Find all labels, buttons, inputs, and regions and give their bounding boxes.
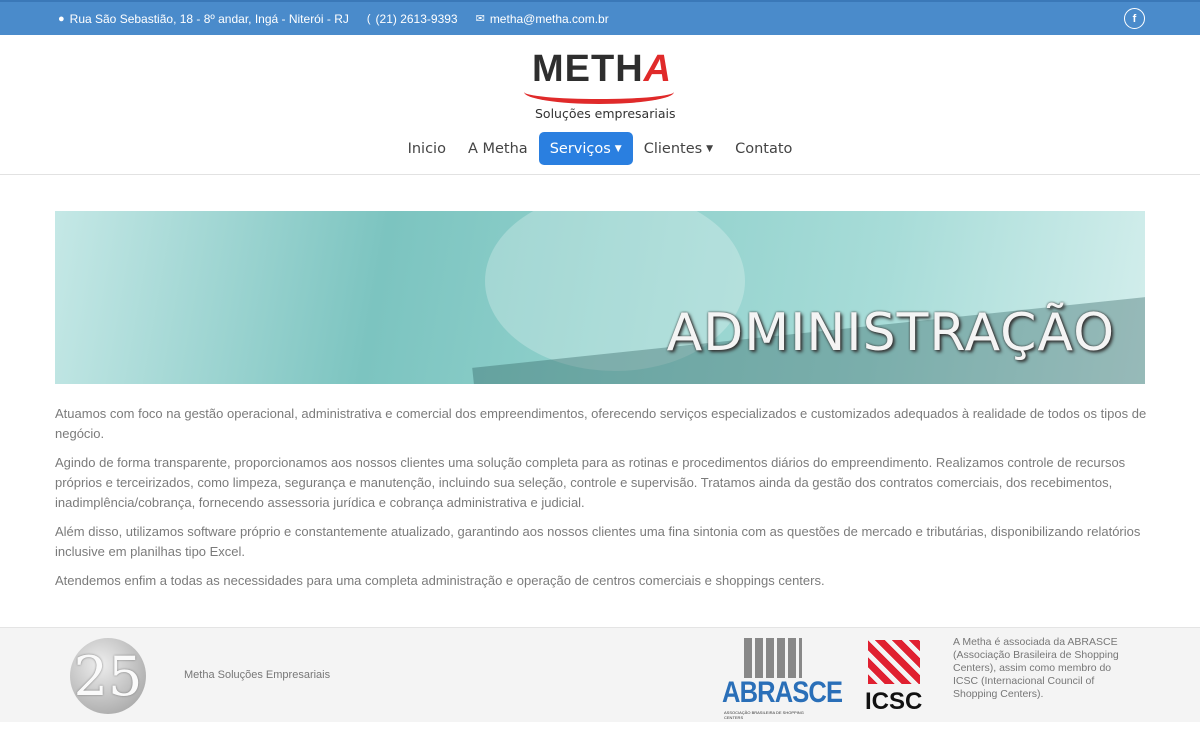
email[interactable]: ✉ metha@metha.com.br <box>476 12 609 26</box>
footer: 25 Metha Soluções Empresariais ABRASCE A… <box>0 627 1200 722</box>
address: ● Rua São Sebastião, 18 - 8º andar, Ingá … <box>58 11 349 26</box>
association-text: A Metha é associada da ABRASCE (Associaç… <box>953 636 1119 700</box>
logo-swoosh <box>524 80 674 104</box>
abrasce-logo[interactable]: ABRASCE ASSOCIAÇÃO BRASILEIRA DE SHOPPIN… <box>722 638 843 720</box>
nav-a-metha[interactable]: A Metha <box>457 132 539 165</box>
icsc-logo[interactable]: ICSC <box>864 640 922 715</box>
map-marker-icon: ● <box>58 12 65 25</box>
top-bar: ● Rua São Sebastião, 18 - 8º andar, Ingá … <box>0 0 1200 35</box>
chevron-down-icon: ▼ <box>706 143 714 154</box>
nav-clientes[interactable]: Clientes ▼ <box>633 132 724 165</box>
nav-servicos[interactable]: Serviços ▼ <box>538 132 633 165</box>
paragraph: Agindo de forma transparente, proporcion… <box>55 455 1126 510</box>
paragraph: Atendemos enfim a todas as necessidades … <box>55 573 825 588</box>
facebook-icon[interactable]: f <box>1124 8 1145 29</box>
banner-title: ADMINISTRAÇÃO <box>666 303 1115 363</box>
paragraph: Além disso, utilizamos software próprio … <box>55 524 1141 559</box>
chevron-down-icon: ▼ <box>614 143 622 154</box>
phone-icon: ( <box>366 12 371 25</box>
envelope-icon: ✉ <box>475 13 485 25</box>
phone: ((21) 2613-9393 <box>366 11 458 26</box>
footer-company-name: Metha Soluções Empresariais <box>184 669 331 681</box>
banner-image: ADMINISTRAÇÃO <box>55 211 1145 384</box>
logo-tagline: Soluções empresariais <box>535 106 676 121</box>
service-description: Atuamos com foco na gestão operacional, … <box>55 404 1147 600</box>
header-divider <box>0 174 1200 175</box>
nav-inicio[interactable]: Inicio <box>397 132 457 165</box>
paragraph: Atuamos com foco na gestão operacional, … <box>55 406 1147 441</box>
25-years-badge: 25 <box>70 638 146 714</box>
main-nav: Inicio A Metha Serviços ▼ Clientes ▼ Conta… <box>0 132 1200 165</box>
nav-contato[interactable]: Contato <box>724 132 803 165</box>
logo[interactable]: METHA Soluções empresariais <box>520 44 685 124</box>
